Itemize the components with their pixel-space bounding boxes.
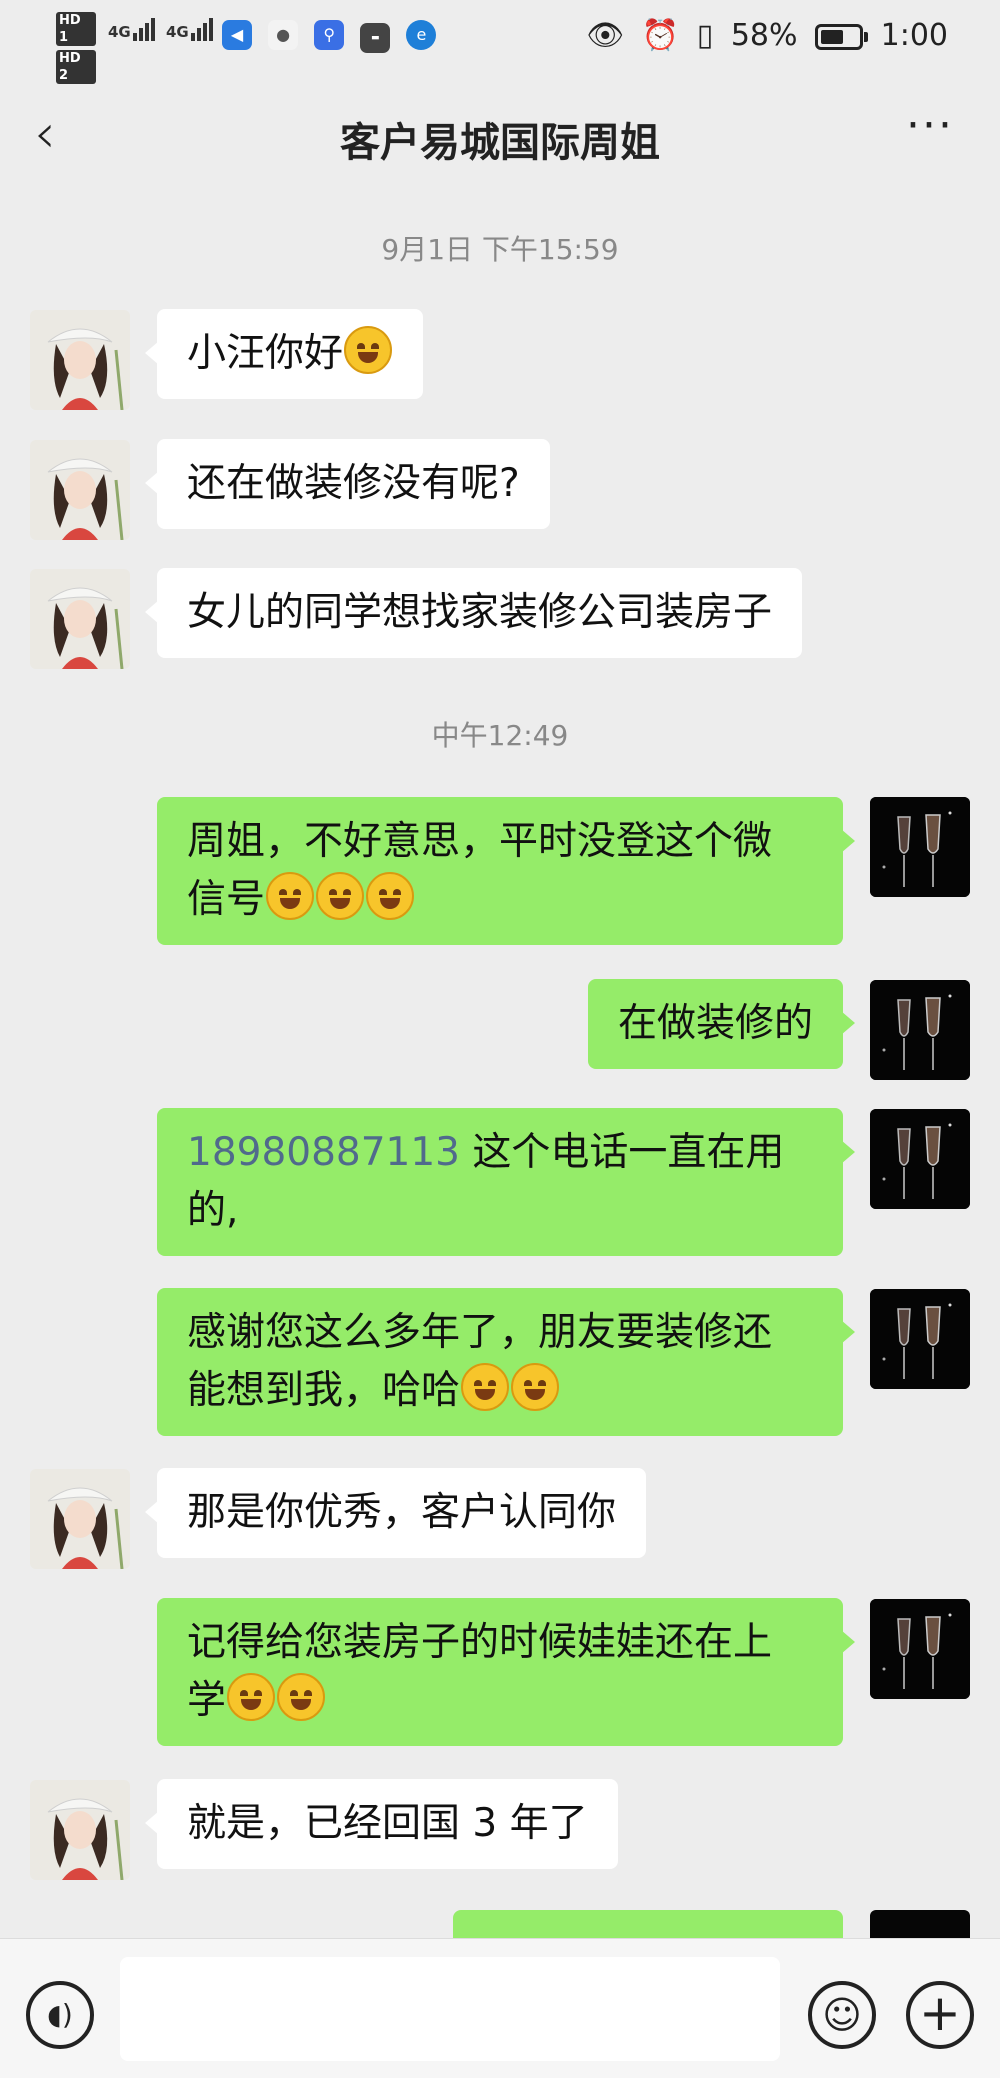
- message-bubble[interactable]: 周姐，不好意思，平时没登这个微 信号: [157, 797, 855, 945]
- message-bubble[interactable]: 女儿的同学想找家装修公司装房子: [144, 568, 803, 658]
- sim-indicators: HD 1 HD 2: [56, 12, 100, 88]
- my-avatar[interactable]: [870, 1599, 970, 1699]
- contact-avatar[interactable]: [30, 1780, 130, 1880]
- chat-header: ‹ 客户易城国际周姐 ···: [0, 80, 1000, 190]
- my-avatar[interactable]: [870, 1109, 970, 1209]
- grin-emoji-icon: [277, 1673, 326, 1721]
- message-text-line: 周姐，不好意思，平时没登这个微: [187, 819, 773, 864]
- grin-emoji-icon: [227, 1673, 276, 1721]
- vibrate-icon: ▯: [696, 18, 714, 53]
- message-text-line-2: 的,: [187, 1188, 239, 1233]
- contact-avatar-image: [30, 569, 130, 669]
- my-avatar[interactable]: [870, 797, 970, 897]
- message-text-line-2: 能想到我，哈哈: [187, 1362, 813, 1420]
- timestamp: 9月1日 下午15:59: [381, 233, 619, 266]
- battery-icon: [815, 23, 869, 50]
- messenger-icon: ◀: [222, 20, 252, 50]
- contact-avatar[interactable]: [30, 440, 130, 540]
- message-bubble[interactable]: 感谢您这么多年了，朋友要装修还 能想到我，哈哈: [157, 1288, 855, 1436]
- message-text-line: 18980887113 这个电话一直在用: [187, 1130, 785, 1175]
- message-bubble[interactable]: 小汪你好: [144, 309, 424, 399]
- contact-avatar-image: [30, 1780, 130, 1880]
- partial-my-avatar: [870, 1910, 970, 1938]
- message-bubble[interactable]: 那是你优秀，客户认同你: [144, 1468, 647, 1558]
- eye-icon: 👁: [586, 18, 625, 53]
- facepalm-emoji-icon: [366, 872, 415, 920]
- message-text: 女儿的同学想找家装修公司装房子: [187, 590, 773, 635]
- my-avatar-image: [870, 1109, 970, 1209]
- voice-icon: ◖): [47, 1998, 73, 2031]
- emoji-button[interactable]: ☺: [808, 1981, 876, 2049]
- browser-icon: e: [406, 20, 437, 50]
- chat-title: 客户易城国际周姐: [340, 120, 660, 166]
- contact-avatar-image: [30, 310, 130, 410]
- plus-icon: +: [919, 1984, 961, 2042]
- facepalm-emoji-icon: [316, 872, 365, 920]
- phone-number-link[interactable]: 18980887113: [187, 1130, 460, 1175]
- status-right: 👁 ⏰ ▯ 58% 1:00: [578, 16, 948, 56]
- message-text: 还在做装修没有呢?: [187, 461, 520, 506]
- baidu-icon: ⚲: [314, 20, 345, 50]
- grin-emoji-icon: [511, 1363, 560, 1411]
- message-bubble[interactable]: 18980887113 这个电话一直在用 的,: [157, 1108, 855, 1256]
- message-text-line: 感谢您这么多年了，朋友要装修还: [187, 1310, 773, 1355]
- more-button[interactable]: ···: [906, 100, 954, 151]
- voice-input-button[interactable]: ◖): [26, 1981, 94, 2049]
- my-avatar-image: [870, 1289, 970, 1389]
- message-text-line-2: 信号: [187, 871, 813, 929]
- message-text-line: 记得给您装房子的时候娃娃还在上: [187, 1620, 773, 1665]
- smiley-icon: ☺: [822, 1993, 862, 2037]
- my-avatar-image: [870, 797, 970, 897]
- my-avatar-image: [870, 1599, 970, 1699]
- signal-2-icon: 4G: [166, 18, 215, 41]
- message-text-line-2: 学: [187, 1672, 813, 1730]
- message-text: 在做装修的: [617, 1001, 813, 1046]
- my-avatar-image: [870, 980, 970, 1080]
- message-text: 那是你优秀，客户认同你: [187, 1490, 617, 1535]
- chat-input-bar: ◖) ☺ +: [0, 1938, 1000, 2078]
- facepalm-emoji-icon: [266, 872, 315, 920]
- status-bar: HD 1 HD 2 4G 4G ◀ ● ⚲ ▬ e 👁 ⏰ ▯ 58% 1:00: [0, 0, 1000, 84]
- partial-message-bubble[interactable]: [453, 1910, 843, 1938]
- battery-percent: 58%: [730, 18, 798, 53]
- my-avatar[interactable]: [870, 1289, 970, 1389]
- notification-icons: ◀ ● ⚲ ▬ e: [222, 20, 447, 53]
- contact-avatar-image: [30, 440, 130, 540]
- timestamp: 中午12:49: [431, 719, 569, 752]
- my-avatar[interactable]: [870, 980, 970, 1080]
- contact-avatar-image: [30, 1469, 130, 1569]
- message-text: 小汪你好: [187, 331, 344, 376]
- more-actions-button[interactable]: +: [906, 1981, 974, 2049]
- message-input[interactable]: [120, 1957, 780, 2061]
- contact-avatar[interactable]: [30, 310, 130, 410]
- alarm-icon: ⏰: [641, 18, 680, 53]
- message-bubble[interactable]: 在做装修的: [587, 979, 856, 1069]
- signal-1-icon: 4G: [108, 18, 157, 41]
- clock: 1:00: [880, 18, 948, 53]
- grin-emoji-icon: [461, 1363, 510, 1411]
- contact-avatar[interactable]: [30, 569, 130, 669]
- message-text: 就是，已经回国 3 年了: [187, 1801, 588, 1846]
- message-bubble[interactable]: 就是，已经回国 3 年了: [145, 1779, 618, 1869]
- hd1-badge: HD 1: [56, 12, 96, 46]
- contact-avatar[interactable]: [30, 1469, 130, 1569]
- wechat-icon: ●: [268, 20, 299, 50]
- huawei-icon: ▬: [360, 23, 391, 53]
- message-bubble[interactable]: 还在做装修没有呢?: [145, 439, 550, 529]
- message-bubble[interactable]: 记得给您装房子的时候娃娃还在上 学: [157, 1598, 855, 1746]
- hd2-badge: HD 2: [56, 50, 96, 84]
- smile-emoji-icon: [344, 326, 393, 374]
